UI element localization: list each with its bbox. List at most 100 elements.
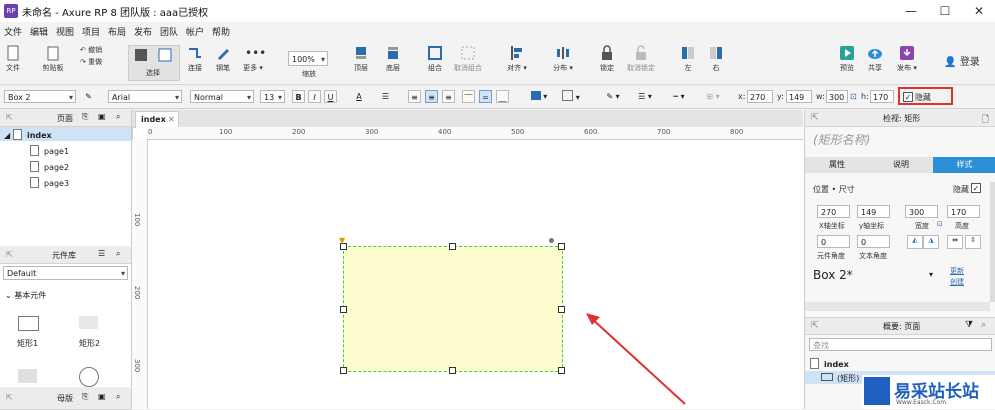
file-button[interactable]: 文件 [4, 45, 22, 73]
w-input[interactable]: 300 [826, 90, 848, 103]
distribute-button[interactable]: 分布 ▾ [550, 45, 576, 73]
widget-rectangle2-icon[interactable] [79, 316, 98, 329]
text-rotation-field[interactable]: 0 [857, 235, 890, 248]
add-folder-icon[interactable]: ▣ [98, 112, 106, 121]
hidden-rectangle-box2[interactable] [343, 246, 563, 372]
tab-style[interactable]: 样式 [933, 157, 995, 173]
pen-button[interactable]: 钢笔 [212, 45, 234, 73]
library-select[interactable]: Default [3, 266, 128, 281]
resize-handle[interactable] [558, 243, 565, 250]
collapse-icon[interactable]: ⇱ [811, 113, 819, 123]
collapse-icon[interactable]: ⇱ [6, 393, 13, 402]
widget-ellipse-icon[interactable] [79, 367, 99, 387]
valign-middle-icon[interactable]: = [479, 90, 492, 103]
lock-button[interactable]: 锁定 [596, 45, 618, 73]
page-item-page1[interactable]: page1 [30, 145, 69, 156]
page-icon[interactable]: 🗋 [982, 112, 989, 128]
italic-button[interactable]: I [308, 90, 321, 103]
line-style-button[interactable]: ┅ ▾ [666, 90, 692, 103]
x-input[interactable]: 270 [747, 90, 773, 103]
hide-checkbox[interactable]: ✓ [903, 92, 913, 102]
send-bottom-button[interactable]: 底层 [382, 45, 404, 73]
share-button[interactable]: 共享 [864, 45, 886, 73]
redo-button[interactable]: ↷ 重做 [80, 57, 110, 67]
tab-notes[interactable]: 说明 [869, 157, 933, 173]
close-tab-icon[interactable]: ✕ [168, 115, 175, 124]
search-icon[interactable]: ⌕ [116, 249, 120, 259]
page-item-index[interactable]: ◢ index [4, 129, 52, 140]
widget-rectangle1-icon[interactable] [18, 316, 39, 331]
filter-icon[interactable]: ⧩ [965, 320, 973, 330]
publish-button[interactable]: 发布 ▾ [894, 45, 920, 73]
widget-image-icon[interactable] [18, 369, 37, 383]
collapse-icon[interactable]: ⇱ [6, 113, 13, 122]
menu-icon[interactable]: ☰ [98, 249, 105, 258]
valign-top-icon[interactable]: ⎺ [462, 90, 475, 103]
search-icon[interactable]: ⌕ [116, 112, 120, 122]
outline-item-rectangle[interactable]: (矩形) [821, 373, 859, 384]
width-field[interactable]: 300 [905, 205, 938, 218]
page-item-page3[interactable]: page3 [30, 177, 69, 188]
maximize-icon[interactable]: ☐ [937, 3, 953, 19]
font-color-button[interactable]: A [347, 90, 371, 103]
menu-publish[interactable]: 发布 [134, 25, 152, 38]
widget-style-icon[interactable]: ✎ [82, 90, 95, 103]
style-dropdown-icon[interactable]: ▾ [929, 270, 933, 279]
resize-handle[interactable] [558, 367, 565, 374]
ungroup-button[interactable]: 取消组合 [450, 45, 486, 73]
tab-index[interactable]: index ✕ [135, 111, 179, 128]
add-folder-icon[interactable]: ▣ [98, 392, 106, 401]
fit-width-icon[interactable]: ⇹ [947, 235, 963, 249]
horizontal-scrollbar[interactable] [805, 302, 990, 311]
group-button[interactable]: 组合 [424, 45, 446, 73]
close-icon[interactable]: ✕ [971, 3, 987, 19]
add-master-icon[interactable]: ⎘ [82, 392, 88, 402]
underline-button[interactable]: U [324, 90, 337, 103]
search-icon[interactable]: ⌕ [116, 392, 120, 402]
minimize-icon[interactable]: — [903, 3, 919, 19]
bold-button[interactable]: B [292, 90, 305, 103]
menu-layout[interactable]: 布局 [108, 25, 126, 38]
align-button[interactable]: 对齐 ▾ [504, 45, 530, 73]
lock-ratio-icon[interactable]: ⊡ [850, 92, 857, 101]
collapse-icon[interactable]: ⇱ [811, 321, 819, 331]
login-button[interactable]: 👤 登录 [942, 53, 982, 68]
y-field[interactable]: 149 [857, 205, 890, 218]
menu-edit[interactable]: 编辑 [30, 25, 48, 38]
lock-ratio-icon[interactable]: ⊡ [937, 220, 943, 228]
select-contain-button[interactable] [156, 47, 174, 65]
menu-file[interactable]: 文件 [4, 25, 22, 38]
create-style-link[interactable]: 创建 [950, 277, 964, 287]
menu-team[interactable]: 团队 [160, 25, 178, 38]
menu-help[interactable]: 帮助 [212, 25, 230, 38]
widget-name-select[interactable]: Box 2 [4, 90, 76, 104]
scrollbar[interactable] [990, 182, 995, 302]
font-family-select[interactable]: Arial [108, 90, 182, 104]
collapse-icon[interactable]: ⇱ [6, 250, 13, 259]
resize-handle[interactable] [340, 367, 347, 374]
menu-project[interactable]: 项目 [82, 25, 100, 38]
rotation-field[interactable]: 0 [817, 235, 850, 248]
arrow-style-button[interactable]: ⊞ ▾ [700, 90, 726, 103]
resize-handle[interactable] [449, 367, 456, 374]
rotate-handle-icon[interactable] [549, 238, 554, 243]
menu-account[interactable]: 帐户 [186, 25, 204, 38]
select-intersect-button[interactable] [132, 47, 150, 65]
search-icon[interactable]: ⌕ [981, 320, 986, 330]
connect-button[interactable]: 连接 [184, 45, 206, 73]
resize-handle[interactable] [558, 306, 565, 313]
more-button[interactable]: ••• 更多 ▾ [240, 45, 266, 73]
menu-view[interactable]: 视图 [56, 25, 74, 38]
corner-radius-handle-icon[interactable]: ▼ [339, 236, 345, 245]
flip-horizontal-icon[interactable]: ◭ [907, 235, 923, 249]
y-input[interactable]: 149 [786, 90, 812, 103]
line-width-button[interactable]: ☰ ▾ [632, 90, 658, 103]
height-field[interactable]: 170 [947, 205, 980, 218]
resize-handle[interactable] [449, 243, 456, 250]
align-text-left-icon[interactable]: ≡ [408, 90, 421, 103]
outline-search-input[interactable]: 查找 [809, 338, 992, 351]
outline-page-index[interactable]: index [810, 358, 849, 369]
fill-color-button[interactable]: ▾ [526, 90, 552, 103]
align-text-center-icon[interactable]: ≡ [425, 90, 438, 103]
h-input[interactable]: 170 [870, 90, 894, 103]
